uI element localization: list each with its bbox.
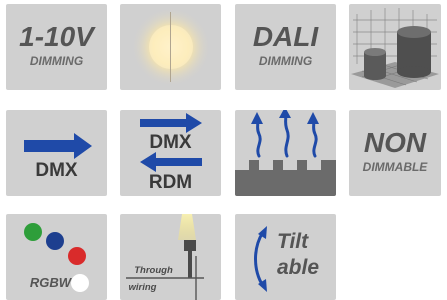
tile-dmx: DMX: [6, 110, 107, 196]
tile-non-subtitle: DIMMABLE: [362, 160, 428, 174]
tile-through-label: Through: [134, 265, 173, 276]
tile-rgbw: RGBW: [6, 214, 107, 300]
blue-dot: [46, 232, 64, 250]
tile-rgbw-label: RGBW: [29, 275, 72, 290]
tile-able-title: able: [277, 256, 320, 279]
tile-tiltable: Tilt able: [235, 214, 336, 300]
tile-through-wiring: Through wiring: [120, 214, 221, 300]
tile-non-title: NON: [363, 127, 427, 158]
arrow-right-icon: [24, 133, 92, 159]
tile-dali-subtitle: DIMMING: [258, 54, 313, 68]
green-dot: [24, 223, 42, 241]
tile-dmx-label: DMX: [35, 160, 78, 181]
tile-dmx-rdm-top-label: DMX: [149, 132, 192, 153]
cylinders-3d-icon: [351, 8, 439, 88]
tile-heatsink: [235, 110, 336, 196]
tile-dali-dimming: DALI DIMMING: [235, 4, 336, 90]
tile-warm-cool-light: [120, 4, 221, 90]
tile-1-10v-dimming: 1-10V DIMMING: [6, 4, 107, 90]
tile-1-10v-subtitle: DIMMING: [29, 54, 84, 68]
tile-1-10v-title: 1-10V: [19, 21, 94, 52]
tile-non-dimmable: NON DIMMABLE: [349, 110, 441, 196]
tile-dmx-rdm-bottom-label: RDM: [148, 172, 193, 193]
tile-tilt-title: Tilt: [277, 230, 309, 253]
tile-3d-cylinders: [349, 4, 441, 90]
red-dot: [68, 247, 86, 265]
tile-wiring-label: wiring: [128, 282, 157, 293]
heatsink-airflow-icon: [235, 110, 336, 196]
tile-dali-title: DALI: [252, 21, 319, 52]
tile-dmx-rdm: DMX RDM: [120, 110, 221, 196]
warm-cool-light-icon: [131, 7, 211, 87]
